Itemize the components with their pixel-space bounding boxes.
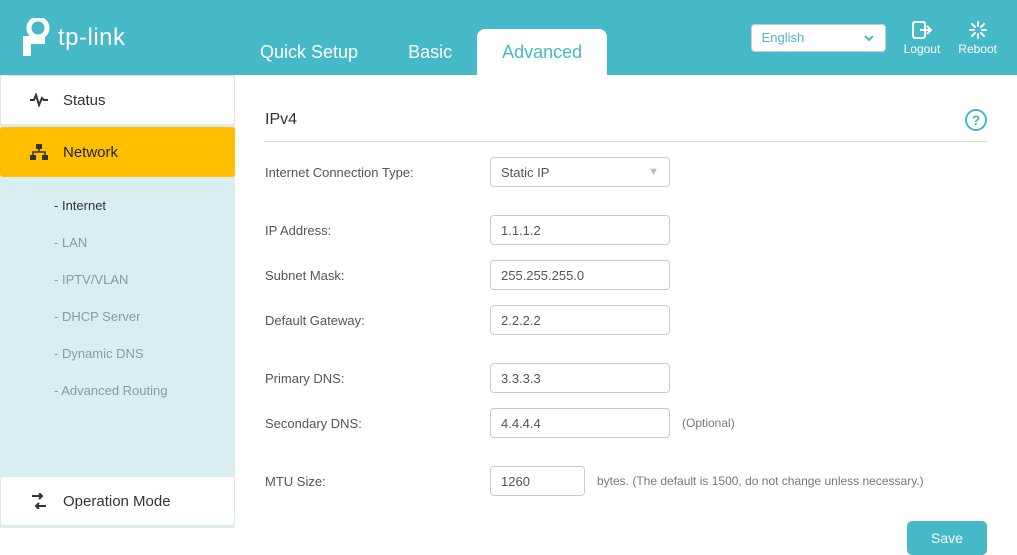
input-gw[interactable]	[490, 305, 670, 335]
select-conn-type[interactable]: Static IP ▼	[490, 157, 670, 187]
logout-label: Logout	[904, 42, 941, 56]
input-ip[interactable]	[490, 215, 670, 245]
save-button[interactable]: Save	[907, 521, 987, 555]
language-value: English	[762, 30, 805, 45]
sidebar: Status Network - Internet - LAN - IPTV/V…	[0, 75, 235, 528]
sidebar-sub-dhcp[interactable]: - DHCP Server	[0, 298, 235, 335]
row-mask: Subnet Mask:	[265, 260, 987, 290]
panel-title: IPv4	[265, 111, 297, 129]
hint-optional: (Optional)	[682, 416, 735, 430]
sidebar-sub-iptv[interactable]: - IPTV/VLAN	[0, 261, 235, 298]
save-row: Save	[265, 521, 987, 555]
tab-advanced[interactable]: Advanced	[477, 29, 607, 75]
chevron-down-icon	[863, 32, 875, 44]
sidebar-item-opmode[interactable]: Operation Mode	[0, 476, 235, 526]
brand-logo: tp-link	[0, 18, 235, 58]
main-content: IPv4 ? Internet Connection Type: Static …	[235, 75, 1017, 528]
input-mask[interactable]	[490, 260, 670, 290]
network-icon	[29, 144, 49, 160]
help-icon[interactable]: ?	[965, 109, 987, 131]
row-gw: Default Gateway:	[265, 305, 987, 335]
reboot-icon	[967, 20, 989, 40]
language-select[interactable]: English	[751, 24, 886, 52]
label-ip: IP Address:	[265, 223, 490, 238]
row-dns2: Secondary DNS: (Optional)	[265, 408, 987, 438]
row-conn-type: Internet Connection Type: Static IP ▼	[265, 157, 987, 187]
panel-header: IPv4 ?	[265, 95, 987, 142]
label-dns1: Primary DNS:	[265, 371, 490, 386]
sidebar-sub-ddns[interactable]: - Dynamic DNS	[0, 335, 235, 372]
label-gw: Default Gateway:	[265, 313, 490, 328]
sidebar-item-network[interactable]: Network	[0, 127, 235, 177]
logout-icon	[911, 20, 933, 40]
tab-basic[interactable]: Basic	[383, 29, 477, 75]
panel-ipv4: IPv4 ? Internet Connection Type: Static …	[265, 95, 987, 555]
sidebar-sub-routing[interactable]: - Advanced Routing	[0, 372, 235, 409]
chevron-down-icon: ▼	[648, 166, 659, 178]
tab-quick-setup[interactable]: Quick Setup	[235, 29, 383, 75]
sidebar-item-label: Network	[63, 144, 118, 161]
reboot-button[interactable]: Reboot	[958, 20, 997, 56]
row-dns1: Primary DNS:	[265, 363, 987, 393]
sidebar-sub-lan[interactable]: - LAN	[0, 224, 235, 261]
top-tabs: Quick Setup Basic Advanced	[235, 0, 607, 75]
label-dns2: Secondary DNS:	[265, 416, 490, 431]
select-conn-type-value: Static IP	[501, 165, 549, 180]
input-mtu[interactable]	[490, 466, 585, 496]
logout-button[interactable]: Logout	[904, 20, 941, 56]
reboot-label: Reboot	[958, 42, 997, 56]
label-mask: Subnet Mask:	[265, 268, 490, 283]
sidebar-item-label: Status	[63, 92, 106, 109]
row-ip: IP Address:	[265, 215, 987, 245]
header-right: English Logout Reboot	[751, 20, 1017, 56]
label-mtu: MTU Size:	[265, 474, 490, 489]
layout: Status Network - Internet - LAN - IPTV/V…	[0, 75, 1017, 528]
brand-text: tp-link	[58, 24, 126, 52]
sidebar-item-status[interactable]: Status	[0, 75, 235, 125]
row-mtu: MTU Size: bytes. (The default is 1500, d…	[265, 466, 987, 496]
tp-link-logo-icon	[20, 18, 50, 58]
input-dns2[interactable]	[490, 408, 670, 438]
sidebar-item-label: Operation Mode	[63, 493, 171, 510]
label-conn-type: Internet Connection Type:	[265, 165, 490, 180]
header: tp-link Quick Setup Basic Advanced Engli…	[0, 0, 1017, 75]
status-icon	[29, 93, 49, 107]
opmode-icon	[29, 493, 49, 509]
sidebar-sub-internet[interactable]: - Internet	[0, 187, 235, 224]
input-dns1[interactable]	[490, 363, 670, 393]
sidebar-subnav-network: - Internet - LAN - IPTV/VLAN - DHCP Serv…	[0, 179, 235, 421]
hint-mtu: bytes. (The default is 1500, do not chan…	[597, 474, 924, 488]
